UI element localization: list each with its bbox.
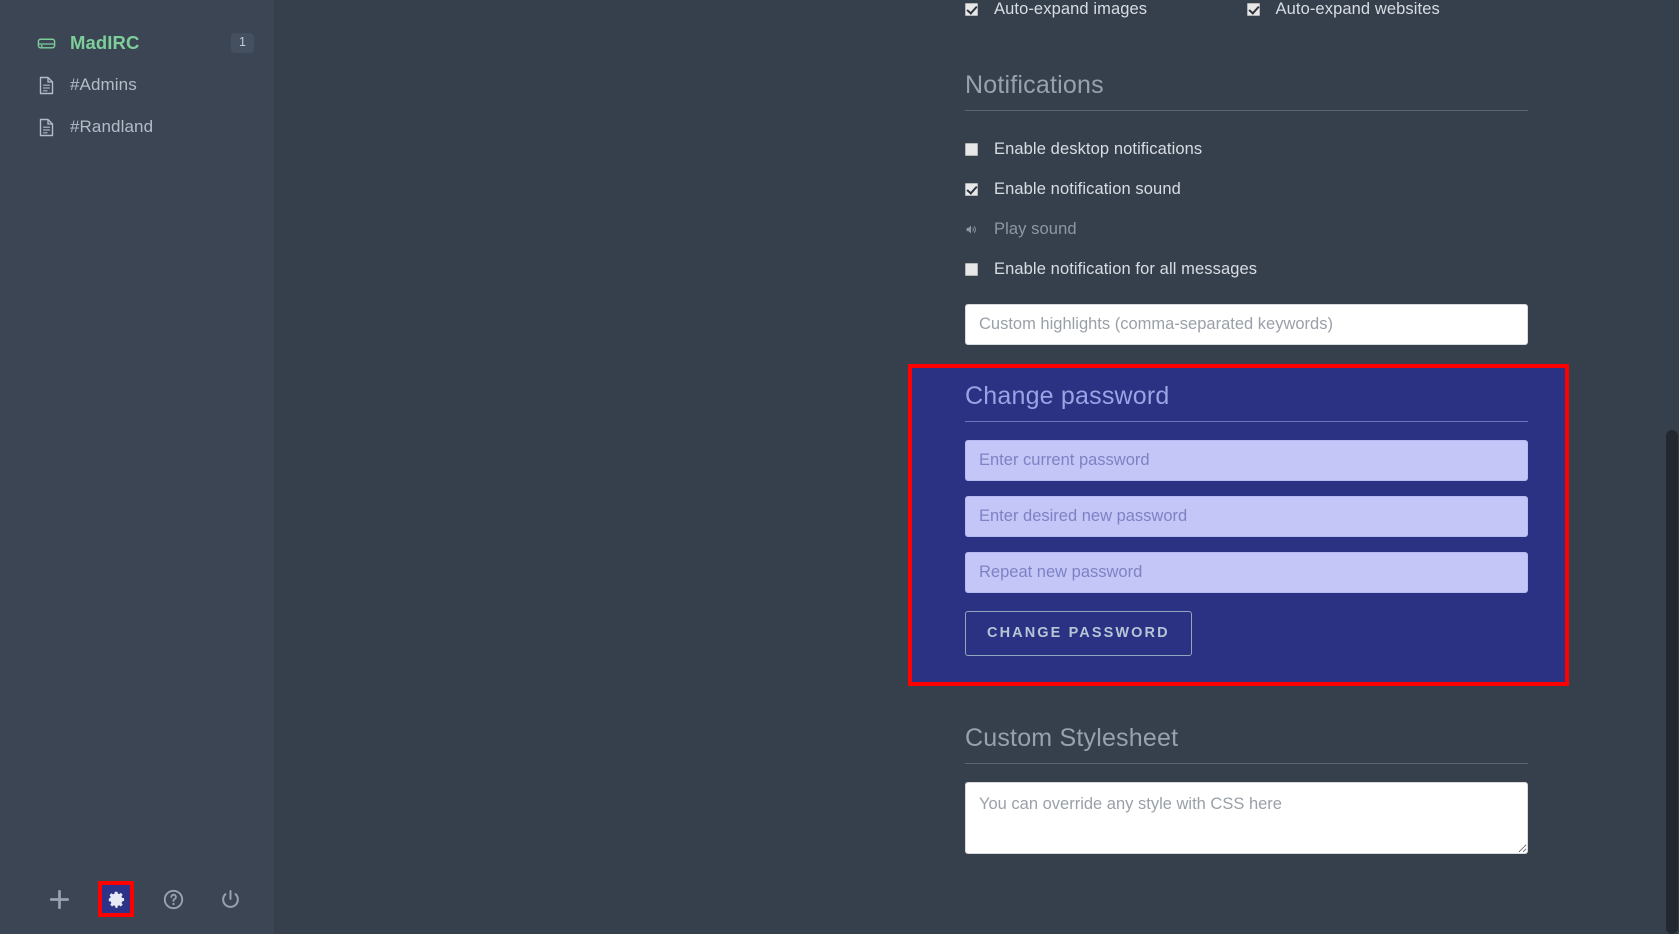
- settings-content: Auto-expand images Auto-expand websites …: [275, 0, 1679, 854]
- sidebar-item-channel-admins[interactable]: #Admins: [0, 64, 274, 106]
- custom-stylesheet-section-title: Custom Stylesheet: [965, 724, 1528, 764]
- notifications-section-title: Notifications: [965, 71, 1528, 111]
- enable-notification-sound-checkbox[interactable]: [965, 182, 978, 196]
- notifications-options: Enable desktop notifications Enable noti…: [965, 129, 1679, 345]
- sidebar: MadIRC 1 #Admins #Randland: [0, 0, 275, 934]
- enable-notification-all-messages-label: Enable notification for all messages: [994, 259, 1258, 278]
- custom-highlights-input[interactable]: [965, 304, 1528, 345]
- channel-name: #Admins: [70, 75, 137, 94]
- auto-expand-websites-row[interactable]: Auto-expand websites: [1246, 0, 1529, 29]
- settings-panel: Auto-expand images Auto-expand websites …: [275, 0, 1679, 934]
- change-password-section: Change password CHANGE PASSWORD: [908, 364, 1569, 686]
- enable-notification-all-messages-row[interactable]: Enable notification for all messages: [965, 249, 1679, 289]
- repeat-password-wrap: [965, 552, 1565, 593]
- document-icon: [36, 117, 56, 137]
- enable-desktop-notifications-label: Enable desktop notifications: [994, 139, 1203, 158]
- speaker-icon: [965, 221, 978, 237]
- settings-button[interactable]: [98, 881, 134, 917]
- enable-desktop-notifications-row[interactable]: Enable desktop notifications: [965, 129, 1679, 169]
- unread-badge: 1: [231, 33, 254, 53]
- auto-expand-websites-label: Auto-expand websites: [1275, 0, 1440, 18]
- sign-out-button[interactable]: [215, 884, 245, 914]
- new-password-wrap: [965, 496, 1565, 537]
- change-password-fields: CHANGE PASSWORD: [965, 440, 1565, 656]
- enable-notification-all-messages-checkbox[interactable]: [965, 262, 978, 276]
- auto-expand-images-checkbox[interactable]: [965, 2, 978, 16]
- add-network-button[interactable]: [44, 884, 74, 914]
- custom-stylesheet-textarea[interactable]: [965, 782, 1528, 854]
- change-password-button[interactable]: CHANGE PASSWORD: [965, 611, 1192, 656]
- highlights-field-wrap: [965, 304, 1679, 345]
- new-password-input[interactable]: [965, 496, 1528, 537]
- channel-name: #Randland: [70, 117, 154, 136]
- network-name: MadIRC: [70, 32, 140, 53]
- sidebar-footer-toolbar: [0, 864, 275, 934]
- server-icon: [36, 33, 56, 53]
- current-password-input[interactable]: [965, 440, 1528, 481]
- auto-expand-images-row[interactable]: Auto-expand images: [965, 0, 1247, 29]
- enable-desktop-notifications-checkbox[interactable]: [965, 142, 978, 156]
- repeat-password-input[interactable]: [965, 552, 1528, 593]
- sidebar-item-network-madirc[interactable]: MadIRC 1: [0, 22, 274, 64]
- change-password-section-title: Change password: [965, 382, 1528, 422]
- auto-expand-images-col: Auto-expand images: [965, 0, 1247, 29]
- settings-scrollbar-track[interactable]: [1664, 0, 1679, 934]
- help-button[interactable]: [158, 884, 188, 914]
- auto-expand-websites-col: Auto-expand websites: [1246, 0, 1529, 29]
- custom-stylesheet-field-wrap: [965, 782, 1679, 854]
- gear-icon: [108, 891, 124, 908]
- play-sound-row[interactable]: Play sound: [965, 209, 1679, 249]
- auto-expand-images-label: Auto-expand images: [994, 0, 1148, 18]
- sidebar-item-channel-randland[interactable]: #Randland: [0, 106, 274, 148]
- app-window: MadIRC 1 #Admins #Randland Auto-expand i…: [0, 0, 1679, 934]
- settings-scrollbar-thumb[interactable]: [1666, 430, 1678, 934]
- help-icon: [163, 889, 183, 909]
- enable-notification-sound-row[interactable]: Enable notification sound: [965, 169, 1679, 209]
- appearance-checkbox-row: Auto-expand images Auto-expand websites: [965, 0, 1528, 29]
- document-icon: [36, 75, 56, 95]
- enable-notification-sound-label: Enable notification sound: [994, 179, 1181, 198]
- auto-expand-websites-checkbox[interactable]: [1246, 2, 1260, 16]
- play-sound-label: Play sound: [994, 219, 1077, 238]
- power-icon: [221, 889, 239, 908]
- network-list: MadIRC 1 #Admins #Randland: [0, 0, 274, 148]
